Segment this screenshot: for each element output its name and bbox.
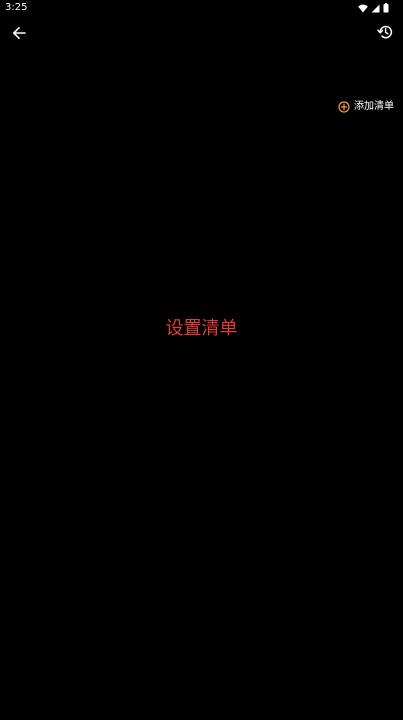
history-button[interactable] bbox=[374, 23, 396, 45]
status-icons bbox=[358, 3, 389, 13]
status-time: 3:25 bbox=[5, 2, 28, 13]
history-icon bbox=[377, 24, 393, 44]
add-list-button[interactable]: 添加清单 bbox=[338, 99, 394, 115]
toolbar bbox=[0, 16, 403, 54]
back-button[interactable] bbox=[8, 23, 30, 45]
arrow-left-icon bbox=[12, 25, 26, 44]
add-list-label: 添加清单 bbox=[354, 101, 394, 112]
plus-circle-icon bbox=[338, 98, 350, 117]
status-bar: 3:25 bbox=[0, 0, 403, 16]
battery-icon bbox=[383, 3, 389, 13]
wifi-icon bbox=[358, 4, 368, 13]
cell-signal-icon bbox=[371, 4, 380, 13]
page-title: 设置清单 bbox=[165, 318, 238, 339]
